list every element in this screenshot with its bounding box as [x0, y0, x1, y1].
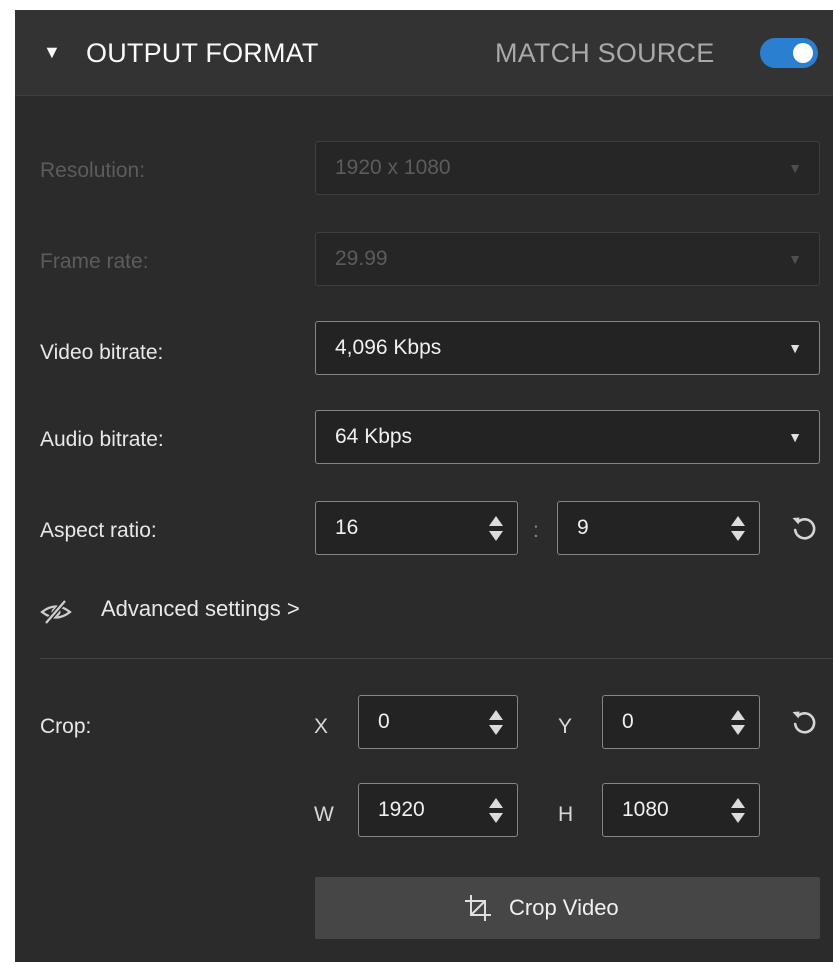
panel-header[interactable]: ▼ OUTPUT FORMAT MATCH SOURCE: [15, 10, 833, 96]
audio-bitrate-value: 64 Kbps: [335, 425, 413, 448]
spinner-arrows-icon[interactable]: [489, 516, 503, 542]
dropdown-arrow-icon[interactable]: ▼: [788, 429, 802, 445]
dropdown-arrow-icon[interactable]: ▼: [788, 340, 802, 356]
crop-x-label: X: [314, 715, 329, 738]
resolution-value: 1920 x 1080: [335, 156, 451, 179]
frame-rate-label: Frame rate:: [40, 250, 149, 273]
output-format-panel: ▼ OUTPUT FORMAT MATCH SOURCE Resolution:…: [15, 10, 833, 962]
audio-bitrate-select[interactable]: 64 Kbps ▼: [315, 410, 820, 464]
crop-y-value: 0: [622, 710, 634, 733]
aspect-height-stepper[interactable]: 9: [557, 501, 760, 555]
frame-rate-select: 29.99 ▼: [315, 232, 820, 286]
resolution-label: Resolution:: [40, 159, 146, 182]
spinner-arrows-icon[interactable]: [731, 516, 745, 542]
hidden-eye-icon: [39, 598, 73, 626]
crop-y-stepper[interactable]: 0: [602, 695, 760, 749]
audio-bitrate-label: Audio bitrate:: [40, 428, 164, 451]
aspect-width-value: 16: [335, 516, 359, 539]
crop-w-stepper[interactable]: 1920: [358, 783, 518, 837]
crop-label: Crop:: [40, 715, 92, 738]
crop-h-stepper[interactable]: 1080: [602, 783, 760, 837]
aspect-separator: :: [533, 519, 539, 542]
aspect-reset-icon[interactable]: [789, 513, 819, 543]
crop-video-label: Crop Video: [509, 895, 619, 920]
spinner-arrows-icon[interactable]: [489, 710, 503, 736]
resolution-select: 1920 x 1080 ▼: [315, 141, 820, 195]
section-divider: [40, 658, 833, 659]
crop-h-label: H: [558, 803, 574, 826]
crop-video-button[interactable]: Crop Video: [315, 877, 820, 939]
spinner-arrows-icon[interactable]: [489, 798, 503, 824]
crop-h-value: 1080: [622, 798, 669, 821]
crop-w-value: 1920: [378, 798, 425, 821]
advanced-settings-link[interactable]: Advanced settings >: [101, 596, 300, 622]
crop-icon: [463, 893, 493, 923]
crop-x-stepper[interactable]: 0: [358, 695, 518, 749]
crop-y-label: Y: [558, 715, 573, 738]
aspect-width-stepper[interactable]: 16: [315, 501, 518, 555]
crop-w-label: W: [314, 803, 334, 826]
match-source-label: MATCH SOURCE: [495, 38, 715, 68]
dropdown-arrow-icon: ▼: [788, 251, 802, 267]
spinner-arrows-icon[interactable]: [731, 710, 745, 736]
collapse-icon[interactable]: ▼: [43, 41, 61, 63]
dropdown-arrow-icon: ▼: [788, 160, 802, 176]
video-bitrate-select[interactable]: 4,096 Kbps ▼: [315, 321, 820, 375]
video-bitrate-value: 4,096 Kbps: [335, 336, 442, 359]
match-source-toggle[interactable]: [760, 38, 818, 68]
toggle-knob: [793, 43, 813, 63]
aspect-ratio-label: Aspect ratio:: [40, 519, 157, 542]
frame-rate-value: 29.99: [335, 247, 388, 270]
spinner-arrows-icon[interactable]: [731, 798, 745, 824]
panel-title: OUTPUT FORMAT: [86, 38, 319, 68]
aspect-height-value: 9: [577, 516, 589, 539]
crop-x-value: 0: [378, 710, 390, 733]
video-bitrate-label: Video bitrate:: [40, 341, 164, 364]
crop-reset-icon[interactable]: [789, 707, 819, 737]
